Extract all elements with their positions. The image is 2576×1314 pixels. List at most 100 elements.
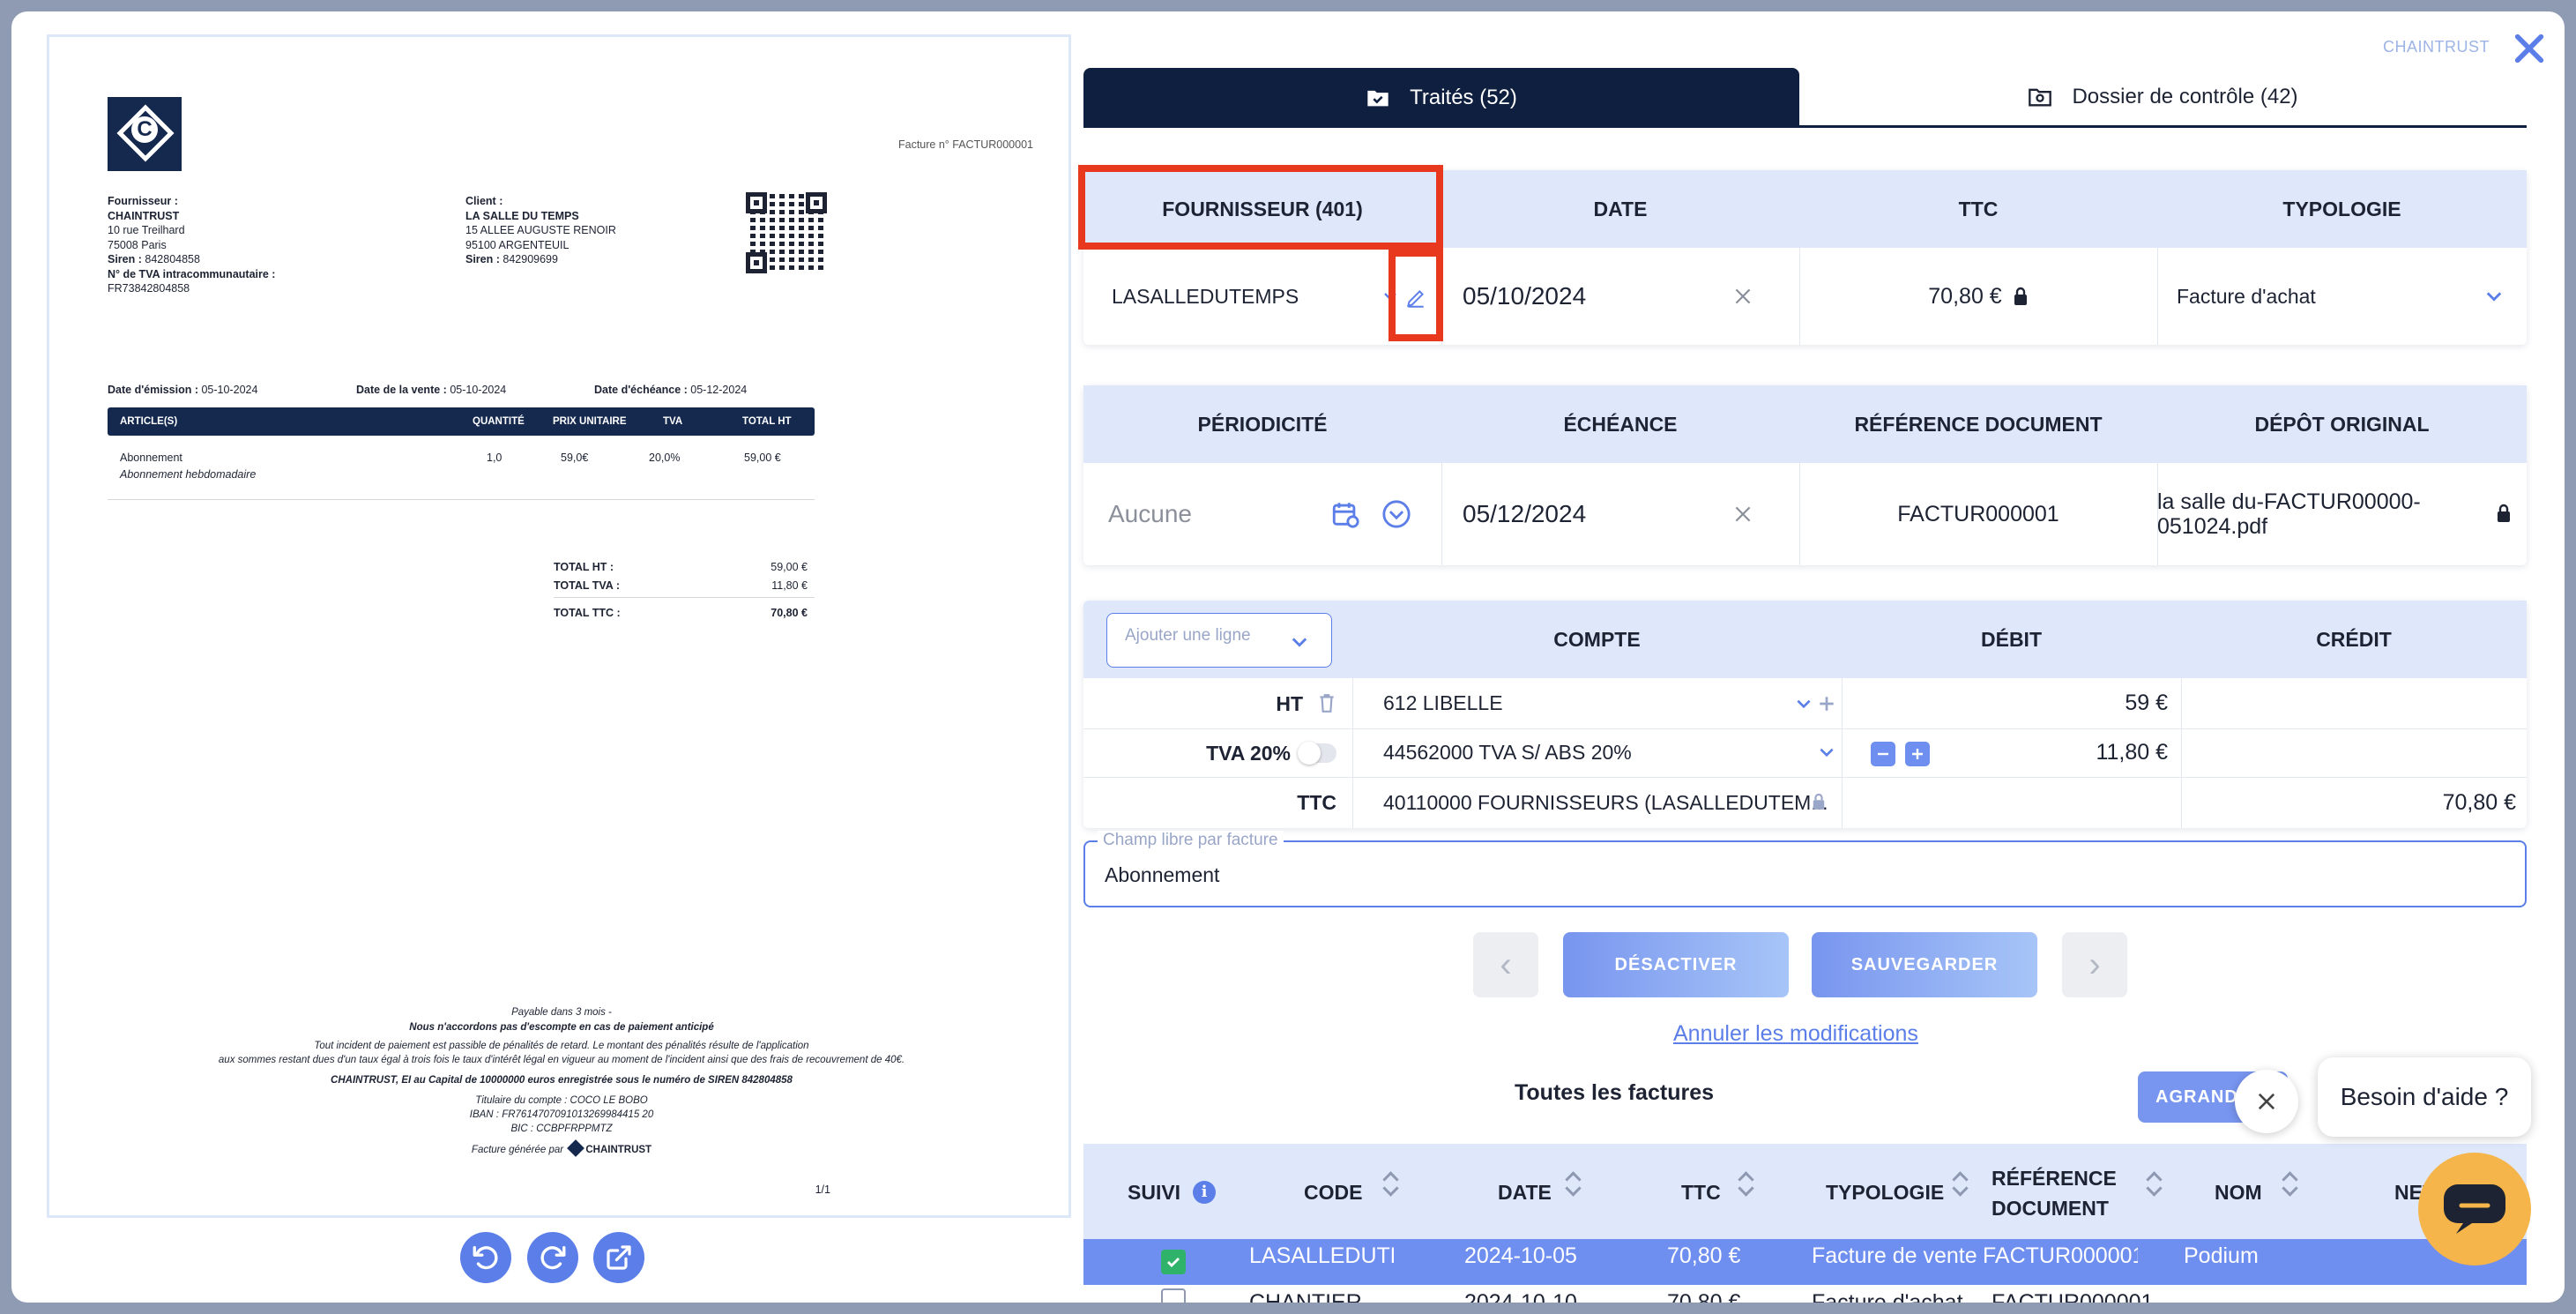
due-date: Date d'échéance : 05-12-2024 <box>594 384 748 396</box>
free-field-label: Champ libre par facture <box>1098 831 1284 850</box>
save-button[interactable]: SAUVEGARDER <box>1812 932 2037 997</box>
sort-icon[interactable] <box>1953 1170 1967 1197</box>
footer-capital: CHAINTRUST, EI au Capital de 10000000 eu… <box>331 1075 793 1086</box>
supplier-vat: FR73842804858 <box>108 282 190 295</box>
entry-debit[interactable]: 11,80 € <box>1842 728 2168 777</box>
invoices-table-header: SUIVI i CODE DATE TTC TYPOLOGIE RÉFÉRENC… <box>1083 1144 2527 1239</box>
sort-icon[interactable] <box>2282 1170 2297 1197</box>
reference-input[interactable]: FACTUR000001 <box>1799 463 2157 565</box>
supplier-highlight <box>1078 165 1443 250</box>
checkbox-checked[interactable] <box>1161 1250 1186 1274</box>
rotate-right-icon <box>540 1245 566 1270</box>
col-document[interactable]: DOCUMENT <box>1992 1197 2109 1221</box>
clear-icon[interactable] <box>1731 285 1754 308</box>
line-qty: 1,0 <box>487 452 503 464</box>
ttc-header: TTC <box>1799 170 2157 248</box>
ttc-field: 70,80 € <box>1799 248 2157 345</box>
vat-toggle[interactable] <box>1298 742 1336 765</box>
table-row[interactable]: CHANTIER 2024-10-10 70,80 € Facture d'ac… <box>1083 1285 2527 1303</box>
col-typology[interactable]: TYPOLOGIE <box>1826 1181 1944 1205</box>
rotate-right-button[interactable] <box>527 1232 578 1283</box>
emission-date: Date d'émission : 05-10-2024 <box>108 384 258 396</box>
trash-icon[interactable] <box>1317 692 1336 713</box>
total-ht-label: TOTAL HT : <box>554 561 614 573</box>
supplier-value: LASALLEDUTEMPS <box>1112 284 1299 308</box>
client-label: Client : <box>465 195 503 207</box>
add-line-placeholder: Ajouter une ligne <box>1125 626 1251 645</box>
info-icon[interactable]: i <box>1193 1181 1216 1204</box>
clear-icon[interactable] <box>1731 503 1754 526</box>
close-help-button[interactable] <box>2235 1070 2298 1133</box>
chevron-down-icon[interactable] <box>1794 694 1813 713</box>
original-file: la salle du-FACTUR00000-051024.pdf <box>2157 463 2457 565</box>
row-typology: Facture d'achat <box>1812 1290 1963 1303</box>
col-code[interactable]: CODE <box>1304 1181 1362 1205</box>
due-header: ÉCHÉANCE <box>1441 385 1799 463</box>
previous-button[interactable]: ‹ <box>1473 932 1538 997</box>
entry-account[interactable]: 44562000 TVA S/ ABS 20% <box>1383 728 1632 777</box>
row-reference: FACTUR000001 <box>1983 1243 2138 1268</box>
sort-icon[interactable] <box>1566 1170 1580 1197</box>
tab-treated[interactable]: Traités (52) <box>1083 68 1799 128</box>
lock-icon <box>1813 793 1825 810</box>
row-date: 2024-10-10 <box>1464 1290 1577 1303</box>
invoice-modal: C Facture n° FACTUR000001 Fournisseur : … <box>11 11 2565 1303</box>
line-description: Abonnement hebdomadaire <box>120 468 257 481</box>
col-ttc[interactable]: TTC <box>1681 1181 1721 1205</box>
supplier-name: CHAINTRUST <box>108 209 180 222</box>
calendar-repeat-icon[interactable] <box>1330 499 1360 529</box>
chevron-circle-down-icon[interactable] <box>1381 499 1411 529</box>
totals-divider <box>554 597 815 598</box>
row-ttc: 70,80 € <box>1667 1243 1741 1268</box>
row-name: Podium <box>2184 1243 2259 1268</box>
rotate-left-button[interactable] <box>460 1232 511 1283</box>
periodicity-header: PÉRIODICITÉ <box>1083 385 1441 463</box>
sort-icon[interactable] <box>1738 1170 1753 1197</box>
tab-control[interactable]: Dossier de contrôle (42) <box>1799 68 2527 128</box>
free-field-input[interactable]: Champ libre par facture Abonnement <box>1083 831 2527 907</box>
col-name[interactable]: NOM <box>2215 1181 2262 1205</box>
periodicity-select[interactable]: Aucune <box>1083 463 1441 565</box>
chevron-down-icon <box>2486 292 2502 302</box>
tab-control-label: Dossier de contrôle (42) <box>2072 84 2298 108</box>
col-date[interactable]: DATE <box>1498 1181 1552 1205</box>
date-input[interactable]: 05/10/2024 <box>1463 248 1798 345</box>
row-code: CHANTIER <box>1249 1290 1362 1303</box>
help-bubble[interactable]: Besoin d'aide ? <box>2318 1057 2531 1137</box>
edit-supplier-button[interactable] <box>1389 250 1443 341</box>
rotate-left-icon <box>473 1245 498 1270</box>
document-details-grid: PÉRIODICITÉ ÉCHÉANCE RÉFÉRENCE DOCUMENT … <box>1083 385 2527 565</box>
chevron-down-icon[interactable] <box>1817 743 1836 762</box>
accounting-entries: Ajouter une ligne COMPTE DÉBIT CRÉDIT HT… <box>1083 601 2527 828</box>
entry-label: TTC <box>1297 791 1336 814</box>
chat-icon <box>2444 1184 2505 1234</box>
plus-icon[interactable] <box>1817 694 1836 713</box>
close-icon <box>2258 1093 2275 1110</box>
next-button[interactable]: › <box>2062 932 2127 997</box>
deactivate-button[interactable]: DÉSACTIVER <box>1563 932 1789 997</box>
col-suivi: SUIVI <box>1128 1181 1181 1204</box>
cancel-changes-link[interactable]: Annuler les modifications <box>1673 1021 1918 1047</box>
client-city: 95100 ARGENTEUIL <box>465 238 570 251</box>
folder-check-icon <box>1367 90 1389 107</box>
entry-debit[interactable]: 59 € <box>1842 678 2168 728</box>
typology-select[interactable]: Facture d'achat <box>2157 248 2527 345</box>
total-tva-label: TOTAL TVA : <box>554 579 620 592</box>
total-ttc-label: TOTAL TTC : <box>554 607 621 619</box>
invoice-table-header: ARTICLE(S) QUANTITÉ PRIX UNITAIRE TVA TO… <box>108 407 815 436</box>
open-external-button[interactable] <box>593 1232 644 1283</box>
footer-bic: BIC : CCBPFRPPMTZ <box>510 1124 613 1134</box>
col-reference[interactable]: RÉFÉRENCE <box>1992 1167 2117 1191</box>
entry-account[interactable]: 612 LIBELLE <box>1383 678 1503 728</box>
checkbox[interactable] <box>1161 1288 1186 1303</box>
client-address: 15 ALLEE AUGUSTE RENOIR <box>465 224 616 236</box>
sort-icon[interactable] <box>1383 1170 1397 1197</box>
due-input[interactable]: 05/12/2024 <box>1463 463 1798 565</box>
supplier-select[interactable]: LASALLEDUTEMPS <box>1083 248 1418 345</box>
add-line-select[interactable]: Ajouter une ligne <box>1106 613 1332 668</box>
sort-icon[interactable] <box>2147 1170 2161 1197</box>
line-name: Abonnement <box>120 452 182 464</box>
close-button[interactable] <box>2512 31 2547 71</box>
chat-button[interactable] <box>2418 1153 2531 1265</box>
qr-code <box>746 192 827 273</box>
